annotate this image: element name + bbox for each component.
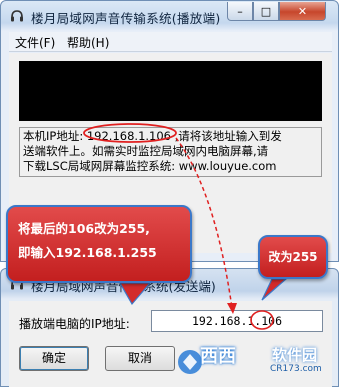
- change-bubble: 改为255: [258, 235, 328, 279]
- menu-file[interactable]: 文件(F): [15, 34, 55, 51]
- menu-bar: 文件(F) 帮助(H): [9, 32, 332, 52]
- watermark-brand: 西西: [200, 346, 236, 367]
- info-line: 下载LSC局域网屏幕监控系统: www.louyue.com: [23, 159, 277, 173]
- title-bar[interactable]: 楼月局域网声音传输系统(播放端) – □ ✕: [1, 1, 338, 31]
- menu-help[interactable]: 帮助(H): [67, 34, 109, 51]
- ok-button[interactable]: 确定: [19, 346, 89, 371]
- ip-input[interactable]: 192.168.1.106: [151, 310, 323, 332]
- ip-info-panel: 本机IP地址: 192.168.1.106 ,请将该地址输入到发 送端软件上。如…: [19, 127, 322, 177]
- minimize-button[interactable]: –: [227, 2, 253, 21]
- ip-label: 播放端电脑的IP地址:: [19, 317, 130, 331]
- headphone-icon: [11, 10, 23, 22]
- watermark-site: CR173.com: [270, 364, 322, 374]
- instruction-bubble: 将最后的106改为255, 即输入192.168.1.255: [6, 205, 192, 283]
- maximize-button[interactable]: □: [253, 2, 279, 21]
- close-button[interactable]: ✕: [279, 2, 326, 21]
- audio-display-panel: [19, 61, 322, 121]
- bubble-line: 将最后的106改为255,: [18, 221, 150, 236]
- minimize-icon: –: [237, 4, 243, 18]
- info-line: 本机IP地址: 192.168.1.106 ,请将该地址输入到发: [23, 129, 282, 143]
- window-title: 楼月局域网声音传输系统(播放端): [31, 11, 221, 26]
- close-icon: ✕: [297, 4, 308, 18]
- bubble-line: 即输入192.168.1.255: [18, 245, 157, 260]
- watermark-brand2: 软件园: [272, 346, 318, 364]
- maximize-icon: □: [260, 4, 272, 18]
- info-line: 送端软件上。如需实时监控局域网内电脑屏幕,请: [23, 144, 269, 158]
- cancel-button[interactable]: 取消: [105, 346, 175, 371]
